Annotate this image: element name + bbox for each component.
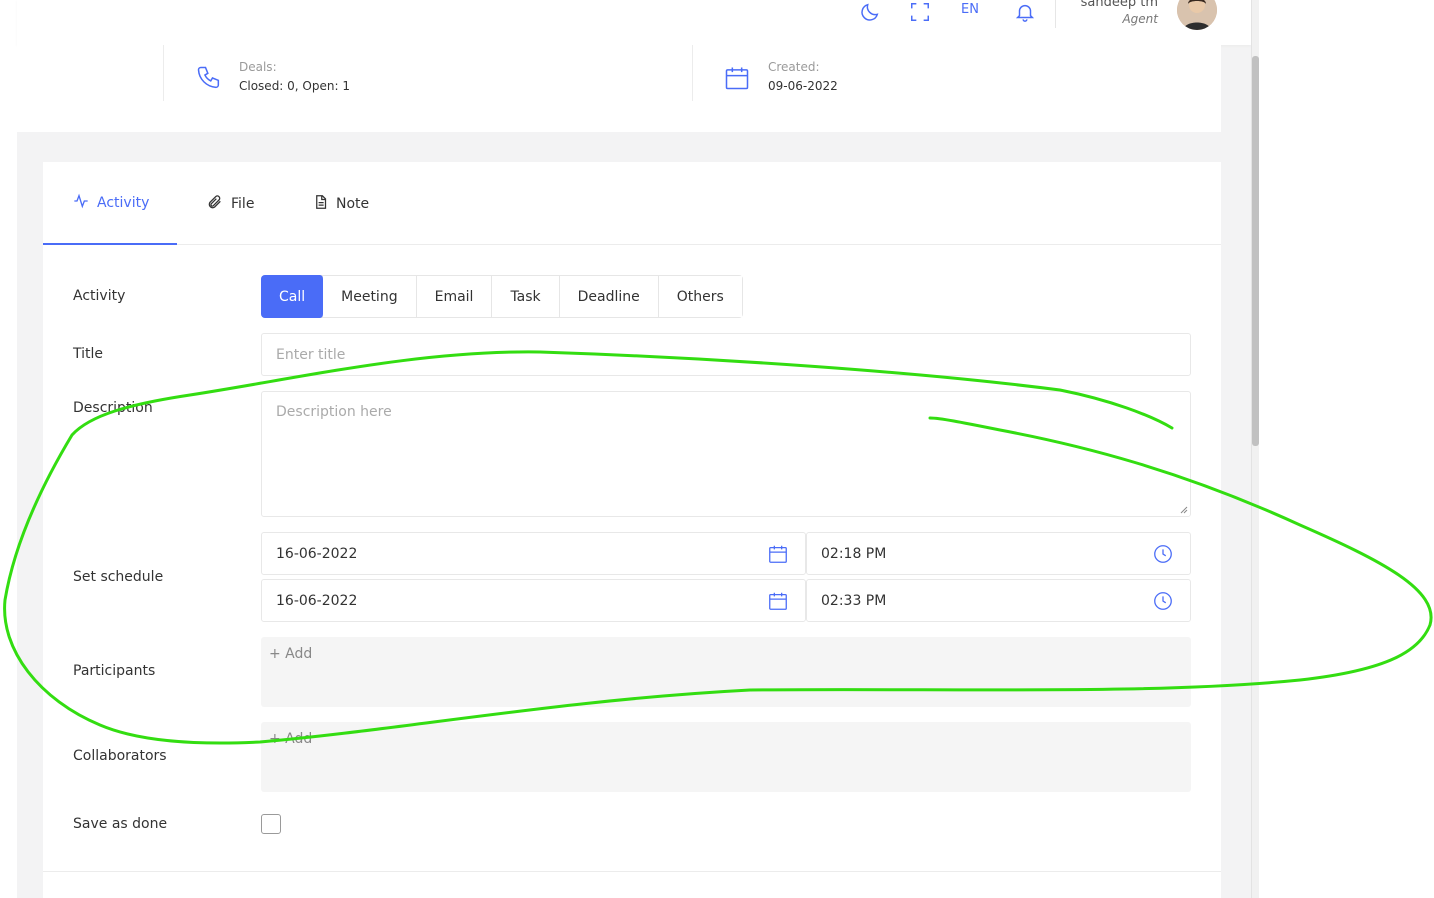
end-time-value: 02:33 PM	[821, 592, 887, 609]
start-time-value: 02:18 PM	[821, 545, 887, 562]
start-date-value: 16-06-2022	[276, 545, 358, 562]
participants-add-button[interactable]: + Add	[269, 646, 312, 662]
participants-label: Participants	[73, 663, 156, 679]
activity-type-email[interactable]: Email	[416, 276, 493, 317]
tab-file[interactable]: File	[207, 162, 254, 245]
tab-label: Note	[336, 195, 370, 212]
calendar-icon[interactable]	[767, 543, 789, 565]
collaborators-add-button[interactable]: + Add	[269, 731, 312, 747]
info-separator	[692, 45, 693, 101]
tab-label: File	[231, 195, 255, 212]
tab-activity[interactable]: Activity	[43, 162, 177, 245]
deal-info-card: Deals: Closed: 0, Open: 1 Created: 09-06…	[17, 45, 1221, 132]
paperclip-icon	[207, 194, 223, 214]
activity-icon	[73, 193, 89, 213]
save-done-label: Save as done	[73, 816, 168, 832]
collaborators-field[interactable]: + Add	[261, 722, 1191, 792]
document-icon	[313, 194, 328, 214]
clock-icon[interactable]	[1152, 543, 1174, 565]
card-divider	[43, 871, 1221, 872]
scrollbar-thumb[interactable]	[1252, 56, 1259, 446]
moon-icon[interactable]	[858, 0, 882, 24]
clock-icon[interactable]	[1152, 590, 1174, 612]
created-value: 09-06-2022	[768, 79, 838, 93]
participants-field[interactable]: + Add	[261, 637, 1191, 707]
description-placeholder: Description here	[276, 404, 392, 420]
deals-value: Closed: 0, Open: 1	[239, 79, 350, 93]
activity-type-call[interactable]: Call	[261, 275, 325, 318]
deals-label: Deals:	[239, 60, 277, 74]
start-time-input[interactable]: 02:18 PM	[806, 532, 1191, 575]
title-input[interactable]: Enter title	[261, 333, 1191, 376]
resize-handle-icon[interactable]	[1180, 506, 1188, 514]
title-label: Title	[73, 346, 104, 362]
end-date-input[interactable]: 16-06-2022	[261, 579, 806, 622]
fullscreen-icon[interactable]	[908, 0, 932, 24]
description-label: Description	[73, 400, 153, 416]
created-label: Created:	[768, 60, 820, 74]
language-selector[interactable]: EN	[961, 2, 979, 17]
activity-label: Activity	[73, 288, 126, 304]
user-name[interactable]: sandeep tm	[1081, 0, 1158, 10]
activity-type-meeting[interactable]: Meeting	[323, 276, 417, 317]
phone-icon	[195, 64, 223, 96]
user-role: Agent	[1122, 12, 1158, 26]
end-time-input[interactable]: 02:33 PM	[806, 579, 1191, 622]
calendar-icon[interactable]	[767, 590, 789, 612]
tab-bar: Activity File Note	[43, 162, 1221, 245]
topbar-divider	[1055, 0, 1056, 28]
description-textarea[interactable]: Description here	[261, 391, 1191, 517]
activity-type-deadline[interactable]: Deadline	[559, 276, 659, 317]
tab-note[interactable]: Note	[313, 162, 369, 245]
schedule-label: Set schedule	[73, 569, 164, 585]
top-bar	[17, 0, 1251, 45]
activity-type-selector: Call Meeting Email Task Deadline Others	[261, 275, 743, 318]
calendar-icon	[723, 64, 751, 96]
tab-label: Activity	[97, 194, 150, 211]
activity-card: Activity File Note Activity Call Meeting…	[43, 162, 1221, 898]
start-date-input[interactable]: 16-06-2022	[261, 532, 806, 575]
info-separator	[163, 45, 164, 101]
end-date-value: 16-06-2022	[276, 592, 358, 609]
bell-icon[interactable]	[1013, 0, 1037, 24]
save-done-checkbox[interactable]	[261, 814, 281, 834]
activity-type-others[interactable]: Others	[658, 276, 742, 317]
title-placeholder: Enter title	[276, 346, 346, 363]
collaborators-label: Collaborators	[73, 748, 167, 764]
activity-type-task[interactable]: Task	[492, 276, 560, 317]
